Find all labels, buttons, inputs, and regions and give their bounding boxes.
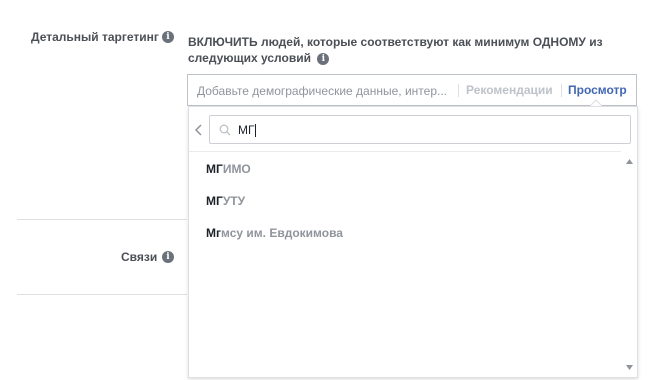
- section-divider: [17, 219, 187, 220]
- list-item-rest: ИМО: [222, 162, 251, 176]
- list-item[interactable]: Мгмсу им. Евдокимова: [206, 226, 343, 240]
- suggestions-list: МГИМО МГУТУ Мгмсу им. Евдокимова: [189, 151, 621, 380]
- scrollbar[interactable]: [621, 151, 637, 377]
- include-condition-text: ВКЛЮЧИТЬ людей, которые соответствуют ка…: [188, 34, 628, 66]
- search-icon: [219, 124, 231, 136]
- detailed-targeting-label-text: Детальный таргетинг: [31, 30, 159, 44]
- search-input-value[interactable]: МГ: [238, 123, 255, 137]
- list-item[interactable]: МГИМО: [206, 162, 251, 176]
- list-item-rest: мсу им. Евдокимова: [221, 226, 343, 240]
- list-item[interactable]: МГУТУ: [206, 194, 245, 208]
- scroll-up-arrow-icon[interactable]: [626, 159, 633, 164]
- info-icon[interactable]: i: [162, 31, 174, 43]
- list-item-rest: УТУ: [222, 194, 246, 208]
- detailed-targeting-label: Детальный таргетинг: [31, 30, 159, 44]
- targeting-input-placeholder[interactable]: Добавьте демографические данные, интер..…: [197, 84, 447, 98]
- connections-label: Связи: [121, 250, 157, 264]
- chevron-left-icon[interactable]: [194, 124, 202, 136]
- info-icon[interactable]: i: [162, 251, 174, 263]
- list-item-match: МГ: [206, 194, 223, 208]
- divider: [458, 84, 459, 97]
- connections-label-text: Связи: [121, 250, 158, 264]
- suggestions-dropdown: МГ МГИМО МГУТУ Мгмсу им. Евдокимова: [188, 106, 638, 378]
- text-caret: [255, 124, 256, 137]
- info-icon[interactable]: i: [317, 52, 330, 65]
- browse-pointer-icon: [590, 99, 602, 106]
- divider: [561, 84, 562, 97]
- scroll-down-arrow-icon[interactable]: [626, 365, 633, 370]
- targeting-input-box[interactable]: Добавьте демографические данные, интер..…: [187, 74, 637, 106]
- list-item-match: Мг: [206, 226, 221, 240]
- recommendations-button[interactable]: Рекомендации: [466, 83, 553, 97]
- list-item-match: МГ: [206, 162, 223, 176]
- search-input[interactable]: МГ: [209, 115, 631, 144]
- browse-button[interactable]: Просмотр: [568, 83, 627, 97]
- include-condition-label: ВКЛЮЧИТЬ людей, которые соответствуют ка…: [188, 35, 603, 65]
- section-divider: [17, 294, 187, 295]
